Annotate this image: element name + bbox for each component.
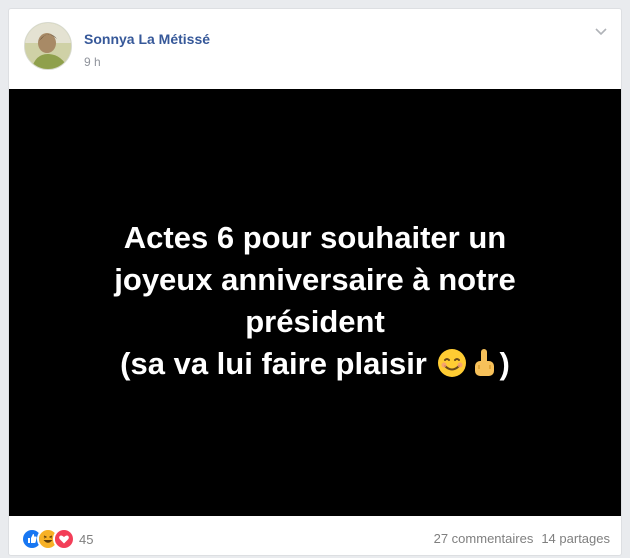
middle-finger-emoji-icon — [468, 347, 500, 379]
comments-count-link[interactable]: 27 commentaires — [434, 531, 534, 546]
post-stats: 27 commentaires 14 partages — [434, 531, 610, 546]
image-text-line: Actes 6 pour souhaiter un — [123, 220, 507, 255]
image-text-line-suffix: ) — [499, 346, 510, 381]
reaction-count[interactable]: 45 — [79, 532, 93, 547]
smiling-face-emoji-icon — [436, 347, 468, 379]
chevron-down-icon[interactable] — [593, 25, 609, 37]
reactions-summary[interactable]: 45 — [21, 528, 93, 550]
author-name[interactable]: Sonnya La Métissé — [84, 31, 210, 47]
image-text-line-last: (sa va lui faire plaisir ) — [49, 343, 581, 385]
love-reaction-icon — [53, 528, 75, 550]
author-avatar[interactable] — [24, 22, 72, 70]
post-footer: 45 27 commentaires 14 partages — [9, 516, 621, 555]
image-text-line: président — [245, 304, 385, 339]
post-timestamp[interactable]: 9 h — [84, 55, 101, 69]
post-card: Sonnya La Métissé 9 h Actes 6 pour souha… — [8, 8, 622, 556]
image-caption-text: Actes 6 pour souhaiter un joyeux anniver… — [9, 217, 621, 385]
post-image[interactable]: Actes 6 pour souhaiter un joyeux anniver… — [9, 89, 621, 516]
image-text-line: joyeux anniversaire à notre — [114, 262, 516, 297]
shares-count-link[interactable]: 14 partages — [541, 531, 610, 546]
post-header: Sonnya La Métissé 9 h — [9, 9, 621, 89]
avatar-photo-icon — [25, 23, 71, 69]
image-text-line-prefix: (sa va lui faire plaisir — [120, 346, 436, 381]
